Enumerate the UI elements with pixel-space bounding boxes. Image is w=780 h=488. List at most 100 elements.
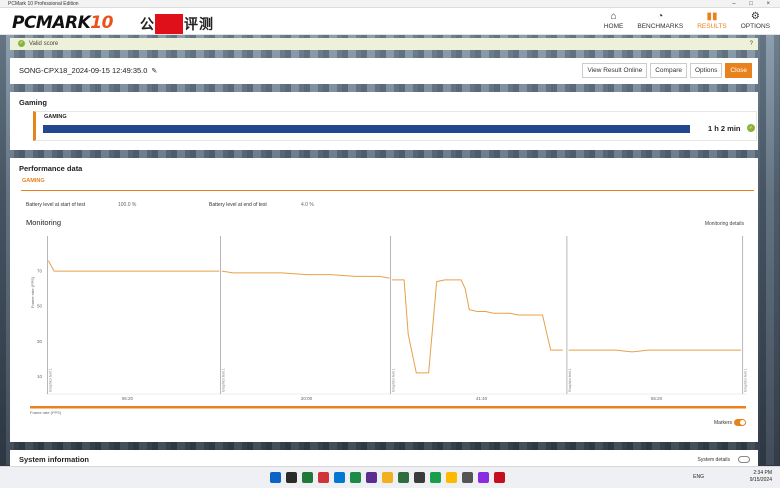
nav-benchmarks-label: BENCHMARKS xyxy=(637,23,684,30)
monitoring-details-link[interactable]: Monitoring details xyxy=(705,221,744,227)
cn-char-4: 测 xyxy=(199,17,213,33)
y-tick-label: 30 xyxy=(37,339,43,344)
taskbar-app-icon[interactable] xyxy=(446,472,457,483)
gaming-heading: Gaming xyxy=(19,98,47,107)
gaming-progress-bar xyxy=(43,125,690,133)
gaming-result-box: GAMING 1 h 2 min ✓ xyxy=(33,111,757,141)
nav-results-label: RESULTS xyxy=(697,23,727,30)
close-button[interactable]: Close xyxy=(725,63,752,78)
tab-gaming[interactable]: GAMING xyxy=(22,178,45,184)
system-tray: ENG 2:34 PM 9/15/2024 xyxy=(693,470,772,484)
check-icon: ✓ xyxy=(18,39,25,47)
logo-number: 10 xyxy=(90,13,113,33)
options-button[interactable]: Options xyxy=(689,63,723,78)
taskbar-app-icon[interactable] xyxy=(286,472,297,483)
clock-date[interactable]: 9/15/2024 xyxy=(750,477,772,484)
valid-score-banner: ✓ Valid score ? xyxy=(10,38,758,50)
logo-text: PCMARK xyxy=(12,13,91,33)
y-axis-label: Frame rate (FPS) xyxy=(30,276,35,308)
window-controls[interactable]: – □ × xyxy=(732,0,776,8)
system-heading: System information xyxy=(19,455,90,464)
help-icon[interactable]: ? xyxy=(750,38,753,50)
fps-series-line xyxy=(391,279,563,374)
edit-pencil-icon[interactable]: ✎ xyxy=(151,68,157,75)
results-icon: ▮▮ xyxy=(706,11,718,22)
taskbar-app-icon[interactable] xyxy=(478,472,489,483)
nav-home[interactable]: ⌂ HOME xyxy=(604,11,624,30)
markers-toggle[interactable] xyxy=(734,419,746,426)
segment-marker-label: Graphics test 1 xyxy=(49,368,53,392)
battery-start-label: Battery level at start of test xyxy=(26,202,86,208)
app-header: PCMARK10 公 平 评 测 ⌂ HOME ◔ BENCHMARKS ▮▮ RES… xyxy=(0,8,780,35)
fps-series-line xyxy=(47,260,220,272)
gaming-duration: 1 h 2 min xyxy=(708,124,741,133)
segment-marker-label: Graphics test 1 xyxy=(744,368,748,392)
battery-end-label: Battery level at end of test xyxy=(209,202,267,208)
taskbar-app-icon[interactable] xyxy=(398,472,409,483)
segment-marker-label: Graphics test 1 xyxy=(568,368,572,392)
segment-marker-label: Graphics test 1 xyxy=(392,368,396,392)
result-name-card: SONG-CPX18_2024-09-15 12:49:35.0 ✎ View R… xyxy=(10,58,758,84)
gear-icon: ⚙ xyxy=(750,11,760,22)
gaming-score-card: Gaming GAMING 1 h 2 min ✓ xyxy=(10,92,758,150)
taskbar-app-icon[interactable] xyxy=(334,472,345,483)
gaming-progress-fill xyxy=(43,125,690,133)
result-name: SONG-CPX18_2024-09-15 12:49:35.0 xyxy=(19,66,148,75)
markers-label: Markers xyxy=(713,420,732,426)
battery-start-value: 100.0 % xyxy=(118,202,137,208)
fps-series-line xyxy=(568,349,742,353)
taskbar-app-icon[interactable] xyxy=(414,472,425,483)
monitoring-heading: Monitoring xyxy=(26,218,62,227)
compare-button[interactable]: Compare xyxy=(650,63,687,78)
language-indicator[interactable]: ENG xyxy=(693,474,704,481)
battery-end-value: 4.0 % xyxy=(301,202,314,208)
y-tick-label: 50 xyxy=(37,304,43,309)
cn-char-2: 平 xyxy=(155,14,183,34)
clock-time[interactable]: 2:34 PM xyxy=(750,470,772,477)
view-result-online-button[interactable]: View Result Online xyxy=(582,63,648,78)
x-tick-label: 55:20 xyxy=(651,396,663,401)
taskbar-app-icon[interactable] xyxy=(366,472,377,483)
benchmarks-icon: ◔ xyxy=(657,11,664,22)
frame-rate-label: Frame rate (FPS) xyxy=(30,410,62,415)
taskbar-apps xyxy=(270,472,505,483)
battery-end: Battery level at end of test 4.0 % xyxy=(209,202,314,208)
watermark-cn: 公 平 评 测 xyxy=(140,14,213,34)
valid-score-text: Valid score xyxy=(29,41,59,47)
nav-benchmarks[interactable]: ◔ BENCHMARKS xyxy=(637,11,683,30)
taskbar-app-icon[interactable] xyxy=(494,472,505,483)
y-tick-label: 70 xyxy=(37,269,43,274)
check-icon: ✓ xyxy=(747,124,755,132)
x-tick-label: 41:40 xyxy=(476,396,488,401)
x-tick-label: 06:20 xyxy=(122,396,134,401)
fps-series-line xyxy=(221,270,390,279)
windows-taskbar: ENG 2:34 PM 9/15/2024 xyxy=(0,466,780,488)
main-nav: ⌂ HOME ◔ BENCHMARKS ▮▮ RESULTS ⚙ OPTIONS xyxy=(604,11,770,30)
taskbar-app-icon[interactable] xyxy=(318,472,329,483)
nav-home-label: HOME xyxy=(603,23,624,30)
taskbar-app-icon[interactable] xyxy=(350,472,361,483)
taskbar-app-icon[interactable] xyxy=(382,472,393,483)
taskbar-app-icon[interactable] xyxy=(270,472,281,483)
nav-options-label: OPTIONS xyxy=(740,23,770,30)
performance-data-card: Performance data GAMING Battery level at… xyxy=(10,158,758,442)
tab-underline xyxy=(21,190,754,191)
monitoring-chart: 10 30 50 70 06:20 20:00 41:40 55:20 Graphics tes… xyxy=(30,236,748,409)
window-title: PCMark 10 Professional Edition xyxy=(8,1,79,7)
taskbar-app-icon[interactable] xyxy=(430,472,441,483)
timeline-bar xyxy=(30,406,746,409)
gaming-label: GAMING xyxy=(44,114,67,120)
segment-marker-label: Graphics test 1 xyxy=(222,368,226,392)
nav-results[interactable]: ▮▮ RESULTS xyxy=(697,11,727,30)
taskbar-app-icon[interactable] xyxy=(302,472,313,483)
pcmark-logo: PCMARK10 xyxy=(12,13,113,33)
cn-char-3: 评 xyxy=(184,17,198,33)
home-icon: ⌂ xyxy=(610,11,617,22)
y-tick-label: 10 xyxy=(37,374,43,379)
battery-start: Battery level at start of test 100.0 % xyxy=(26,202,136,208)
x-tick-label: 20:00 xyxy=(301,396,313,401)
window-titlebar: PCMark 10 Professional Edition – □ × xyxy=(0,0,780,8)
taskbar-app-icon[interactable] xyxy=(462,472,473,483)
system-details-toggle[interactable] xyxy=(738,456,750,463)
nav-options[interactable]: ⚙ OPTIONS xyxy=(741,11,770,30)
